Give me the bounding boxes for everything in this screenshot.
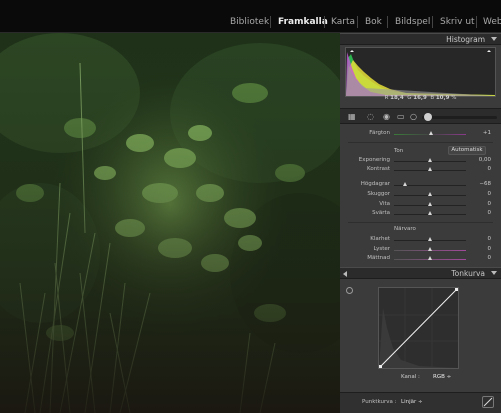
module-bildspel[interactable]: Bildspel — [395, 17, 430, 27]
b-value: 10,9 — [435, 95, 450, 101]
module-web[interactable]: Web — [483, 17, 501, 27]
module-bibliotek[interactable]: Bibliotek — [230, 17, 269, 27]
hogdagrar-label: Högdagrar — [360, 181, 390, 187]
histogram-graph — [345, 47, 496, 97]
histogram-readout: R 18,4 G 16,9 B 10,9 % — [340, 95, 501, 101]
mattnad-label: Mättnad — [367, 255, 390, 261]
tool-slider[interactable] — [422, 116, 497, 119]
kontrast-value[interactable]: 0 — [488, 166, 492, 172]
punktkurva-bar: Punktkurva : Linjär ÷ — [340, 392, 501, 413]
slider-svarta[interactable]: Svärta 0 — [340, 208, 501, 219]
g-label: G — [407, 95, 412, 101]
develop-panel: Histogram R 18,4 G 16,9 B 10,9 % ▦ ◌ ◉ ▭… — [340, 33, 501, 413]
tool-strip: ▦ ◌ ◉ ▭ ○ — [340, 108, 501, 124]
narvaro-label: Närvaro — [394, 226, 416, 232]
target-adjust-icon[interactable] — [346, 287, 353, 294]
module-framkalla[interactable]: Framkalla — [278, 17, 328, 27]
photo-image — [0, 33, 340, 413]
klarhet-knob[interactable] — [427, 237, 432, 241]
punktkurva-select[interactable]: Linjär ÷ — [401, 399, 423, 405]
hogdagrar-value[interactable]: −68 — [479, 181, 491, 187]
spot-removal-icon[interactable]: ◌ — [367, 112, 374, 121]
histogram-header[interactable]: Histogram — [340, 33, 501, 45]
module-separator — [357, 16, 358, 28]
r-label: R — [384, 95, 389, 101]
module-separator — [476, 16, 477, 28]
module-separator — [324, 16, 325, 28]
g-value: 16,9 — [413, 95, 427, 101]
skuggor-label: Skuggor — [367, 191, 390, 197]
r-value: 18,4 — [390, 95, 404, 101]
auto-button[interactable]: Automatisk — [448, 146, 486, 155]
module-picker: Bibliotek Framkalla Karta Bok Bildspel S… — [0, 0, 501, 33]
collapse-icon[interactable] — [491, 37, 497, 41]
vita-knob[interactable] — [427, 202, 432, 206]
module-separator — [432, 16, 433, 28]
fargton-label: Färgton — [369, 130, 390, 136]
mattnad-knob[interactable] — [427, 256, 432, 260]
module-separator — [270, 16, 271, 28]
skuggor-knob[interactable] — [427, 192, 432, 196]
svarta-value[interactable]: 0 — [488, 210, 492, 216]
module-separator — [387, 16, 388, 28]
svarta-knob[interactable] — [427, 211, 432, 215]
slider-fargton[interactable]: Färgton +1 — [340, 128, 501, 139]
histogram-curves — [346, 50, 495, 96]
b-label: B — [430, 95, 435, 101]
module-karta[interactable]: Karta — [331, 17, 355, 27]
module-skriv-ut[interactable]: Skriv ut — [440, 17, 475, 27]
punktkurva-label: Punktkurva : — [362, 399, 397, 405]
skuggor-value[interactable]: 0 — [488, 191, 492, 197]
radial-filter-icon[interactable]: ○ — [410, 112, 417, 121]
hogdagrar-knob[interactable] — [403, 182, 408, 186]
slider-kontrast[interactable]: Kontrast 0 — [340, 164, 501, 175]
slider-mattnad[interactable]: Mättnad 0 — [340, 253, 501, 264]
photo-preview[interactable] — [0, 33, 340, 413]
ton-label: Ton — [394, 148, 404, 154]
fargton-value[interactable]: +1 — [483, 130, 491, 136]
section-divider — [348, 222, 493, 223]
edit-point-curve-button[interactable] — [482, 396, 494, 408]
edit-curve-icon — [483, 397, 493, 407]
mattnad-value[interactable]: 0 — [488, 255, 492, 261]
tool-slider-knob[interactable] — [424, 113, 432, 121]
module-bok[interactable]: Bok — [365, 17, 382, 27]
tonkurva-header[interactable]: Tonkurva — [340, 267, 501, 279]
exponering-knob[interactable] — [427, 158, 432, 162]
crop-grid-icon[interactable]: ▦ — [348, 112, 356, 121]
kanal-label: Kanal : — [401, 374, 420, 380]
klarhet-label: Klarhet — [370, 236, 390, 242]
red-eye-icon[interactable]: ◉ — [383, 112, 390, 121]
exponering-value[interactable]: 0,00 — [479, 157, 491, 163]
graduated-filter-icon[interactable]: ▭ — [397, 112, 405, 121]
exponering-label: Exponering — [358, 157, 390, 163]
tone-curve-graph[interactable] — [378, 287, 459, 369]
lyster-knob[interactable] — [427, 247, 432, 251]
panel-switch-icon[interactable] — [343, 271, 347, 277]
lyster-value[interactable]: 0 — [488, 246, 492, 252]
fargton-knob[interactable] — [428, 131, 433, 135]
vita-label: Vita — [379, 201, 390, 207]
svarta-label: Svärta — [372, 210, 390, 216]
vita-value[interactable]: 0 — [488, 201, 492, 207]
kontrast-label: Kontrast — [367, 166, 390, 172]
lyster-label: Lyster — [373, 246, 390, 252]
kontrast-knob[interactable] — [427, 167, 432, 171]
tone-curve-svg — [379, 288, 458, 368]
tonkurva-title: Tonkurva — [451, 269, 485, 278]
section-divider — [348, 142, 493, 143]
histogram-title: Histogram — [446, 35, 485, 44]
percent-unit: % — [451, 95, 457, 101]
collapse-icon[interactable] — [491, 271, 497, 275]
kanal-select[interactable]: RGB ÷ — [433, 374, 451, 380]
klarhet-value[interactable]: 0 — [488, 236, 492, 242]
